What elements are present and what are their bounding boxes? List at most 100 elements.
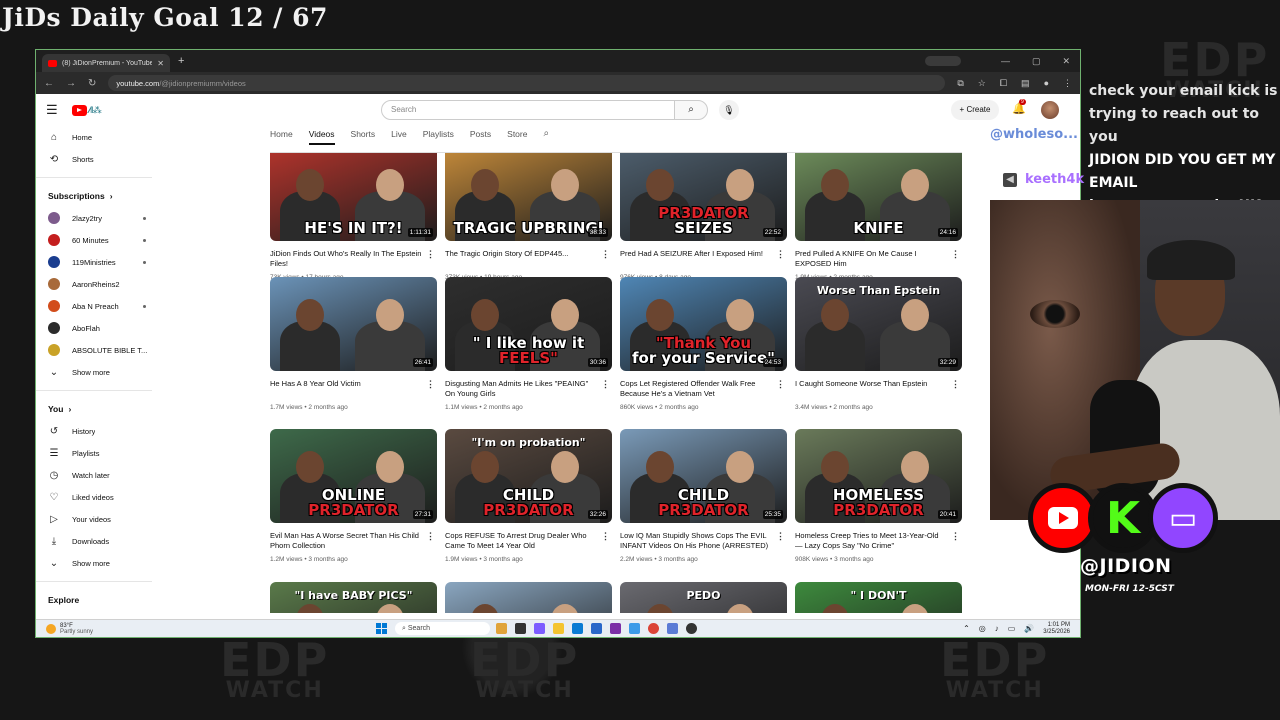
browser-tab[interactable]: (8) JiDionPremium - YouTube ✕ <box>42 54 170 72</box>
profile-chip[interactable] <box>924 55 961 66</box>
subscription-item[interactable]: AaronRheins2 <box>36 273 160 295</box>
youtube-logo[interactable]: ⁄⁄ǁ⁂ <box>72 104 102 116</box>
video-card[interactable] <box>445 582 612 613</box>
video-thumbnail[interactable]: PEDO <box>620 582 787 613</box>
mic-tray-icon[interactable]: ♪ <box>995 624 999 633</box>
video-thumbnail[interactable]: HOMELESS PR3DATOR 20:41 <box>795 429 962 523</box>
video-thumbnail[interactable]: " I DON'T <box>795 582 962 613</box>
subscription-item[interactable]: Aba N Preach <box>36 295 160 317</box>
microphone-icon[interactable]: 🎙 <box>719 100 739 120</box>
video-title[interactable]: Cops Let Registered Offender Walk Free B… <box>620 379 787 400</box>
video-card[interactable]: PR3DATOR SEIZES 22:52 Pred Had A SEIZURE Af… <box>620 153 787 281</box>
app-icon[interactable] <box>591 623 602 634</box>
video-card[interactable]: PEDO <box>620 582 787 613</box>
tab-playlists[interactable]: Playlists <box>423 129 454 139</box>
tab-store[interactable]: Store <box>507 129 527 139</box>
edge-icon[interactable] <box>572 623 583 634</box>
bookmark-star-icon[interactable]: ☆ <box>978 78 986 89</box>
maximize-icon[interactable]: ▢ <box>1032 56 1041 67</box>
video-thumbnail[interactable]: KNIFE 24:16 <box>795 153 962 241</box>
more-options-icon[interactable]: ⋮ <box>426 249 435 260</box>
clock[interactable]: 1:01 PM 3/25/2026 <box>1043 622 1070 636</box>
app-icon[interactable] <box>610 623 621 634</box>
video-title[interactable]: JiDion Finds Out Who's Really In The Eps… <box>270 249 437 270</box>
cast-icon[interactable]: ⧉ <box>957 78 963 89</box>
subscription-item[interactable]: 2lazy2try <box>36 207 160 229</box>
menu-dots-icon[interactable]: ⋮ <box>1063 78 1072 89</box>
explore-heading[interactable]: Explore <box>36 589 160 611</box>
subscription-item[interactable]: AboFlah <box>36 317 160 339</box>
sidebar-item-playlists[interactable]: ☰ Playlists <box>36 442 160 464</box>
chevron-up-icon[interactable]: ⌃ <box>963 624 970 633</box>
more-options-icon[interactable]: ⋮ <box>776 531 785 542</box>
video-thumbnail[interactable]: ONLINE PR3DATOR 27:31 <box>270 429 437 523</box>
video-title[interactable]: Pred Had A SEIZURE After I Exposed Him! <box>620 249 787 270</box>
url-field[interactable]: youtube.com/@jidionpremiumm/videos <box>108 75 946 91</box>
sidebar-item-home[interactable]: ⌂ Home <box>36 126 160 148</box>
app-icon[interactable] <box>534 623 545 634</box>
discord-icon[interactable] <box>667 623 678 634</box>
more-options-icon[interactable]: ⋮ <box>776 379 785 390</box>
more-options-icon[interactable]: ⋮ <box>601 379 610 390</box>
account-avatar[interactable] <box>1041 101 1059 119</box>
more-options-icon[interactable]: ⋮ <box>951 531 960 542</box>
reload-icon[interactable]: ↻ <box>88 78 96 89</box>
search-icon[interactable]: ⌕ <box>674 100 708 120</box>
video-card[interactable]: CHILD PR3DATOR 25:35 Low IQ Man Stupidly Sh… <box>620 429 787 563</box>
sidebar-item-downloads[interactable]: ⤓ Downloads <box>36 530 160 552</box>
video-card[interactable]: "I'm on probation" CHILD PR3DATOR 32:26 Cops… <box>445 429 612 563</box>
sidebar-item-watch-later[interactable]: ◷ Watch later <box>36 464 160 486</box>
more-options-icon[interactable]: ⋮ <box>776 249 785 260</box>
video-thumbnail[interactable]: HE'S IN IT?! 1:11:31 <box>270 153 437 241</box>
video-thumbnail[interactable] <box>445 582 612 613</box>
sidebar-item-your-videos[interactable]: ▷ Your videos <box>36 508 160 530</box>
more-options-icon[interactable]: ⋮ <box>601 249 610 260</box>
chrome-icon[interactable] <box>648 623 659 634</box>
more-options-icon[interactable]: ⋮ <box>426 379 435 390</box>
video-title[interactable]: Pred Pulled A KNIFE On Me Cause I EXPOSE… <box>795 249 962 270</box>
minimize-icon[interactable]: — <box>1001 56 1010 67</box>
video-card[interactable]: ONLINE PR3DATOR 27:31 Evil Man Has A Worse … <box>270 429 437 563</box>
video-title[interactable]: Disgusting Man Admits He Likes "PEAING" … <box>445 379 612 400</box>
video-card[interactable]: "I have BABY PICS" <box>270 582 437 613</box>
network-icon[interactable]: ◎ <box>979 624 986 633</box>
profile-icon[interactable]: ● <box>1044 78 1049 89</box>
video-card[interactable]: " I DON'T <box>795 582 962 613</box>
video-title[interactable]: Low IQ Man Stupidly Shows Cops The EVIL … <box>620 531 787 552</box>
video-card[interactable]: 26:41 He Has A 8 Year Old Victim 1.7M view… <box>270 277 437 411</box>
video-thumbnail[interactable]: "I'm on probation" CHILD PR3DATOR 32:26 <box>445 429 612 523</box>
close-icon[interactable]: ✕ <box>157 59 164 68</box>
video-card[interactable]: "Thank You for your Service" 24:53 Cops Let… <box>620 277 787 411</box>
sidebar-item-show-more-subs[interactable]: ⌄ Show more <box>36 361 160 383</box>
video-title[interactable]: Homeless Creep Tries to Meet 13-Year-Old… <box>795 531 962 552</box>
search-input[interactable]: Search <box>381 100 675 120</box>
video-card[interactable]: KNIFE 24:16 Pred Pulled A KNIFE On Me Caus… <box>795 153 962 281</box>
tab-home[interactable]: Home <box>270 129 293 139</box>
windows-start-icon[interactable] <box>376 623 387 634</box>
video-card[interactable]: HE'S IN IT?! 1:11:31 JiDion Finds Out Who'… <box>270 153 437 281</box>
hamburger-menu-icon[interactable]: ☰ <box>46 102 72 118</box>
you-heading[interactable]: You › <box>36 398 160 420</box>
more-options-icon[interactable]: ⋮ <box>426 531 435 542</box>
video-thumbnail[interactable]: "I have BABY PICS" <box>270 582 437 613</box>
video-thumbnail[interactable]: Worse Than Epstein 32:29 <box>795 277 962 371</box>
folder-icon[interactable] <box>553 623 564 634</box>
subscriptions-heading[interactable]: Subscriptions › <box>36 185 160 207</box>
video-card[interactable]: HOMELESS PR3DATOR 20:41 Homeless Creep Trie… <box>795 429 962 563</box>
tab-live[interactable]: Live <box>391 129 407 139</box>
new-tab-icon[interactable]: + <box>178 55 184 67</box>
weather-widget[interactable]: 83°F Partly sunny <box>46 623 376 635</box>
forward-icon[interactable]: → <box>66 78 76 89</box>
video-card[interactable]: Worse Than Epstein 32:29 I Caught Someone … <box>795 277 962 411</box>
more-options-icon[interactable]: ⋮ <box>601 531 610 542</box>
video-title[interactable]: Evil Man Has A Worse Secret Than His Chi… <box>270 531 437 552</box>
video-thumbnail[interactable]: PR3DATOR SEIZES 22:52 <box>620 153 787 241</box>
back-icon[interactable]: ← <box>44 78 54 89</box>
app-icon[interactable] <box>629 623 640 634</box>
video-thumbnail[interactable]: " I like how it FEELS" 30:36 <box>445 277 612 371</box>
subscription-item[interactable]: ABSOLUTE BIBLE T... <box>36 339 160 361</box>
close-window-icon[interactable]: ✕ <box>1062 56 1070 67</box>
sidebar-icon[interactable]: ▤ <box>1021 78 1030 89</box>
obs-icon[interactable] <box>686 623 697 634</box>
sidebar-item-shorts[interactable]: ⟲ Shorts <box>36 148 160 170</box>
